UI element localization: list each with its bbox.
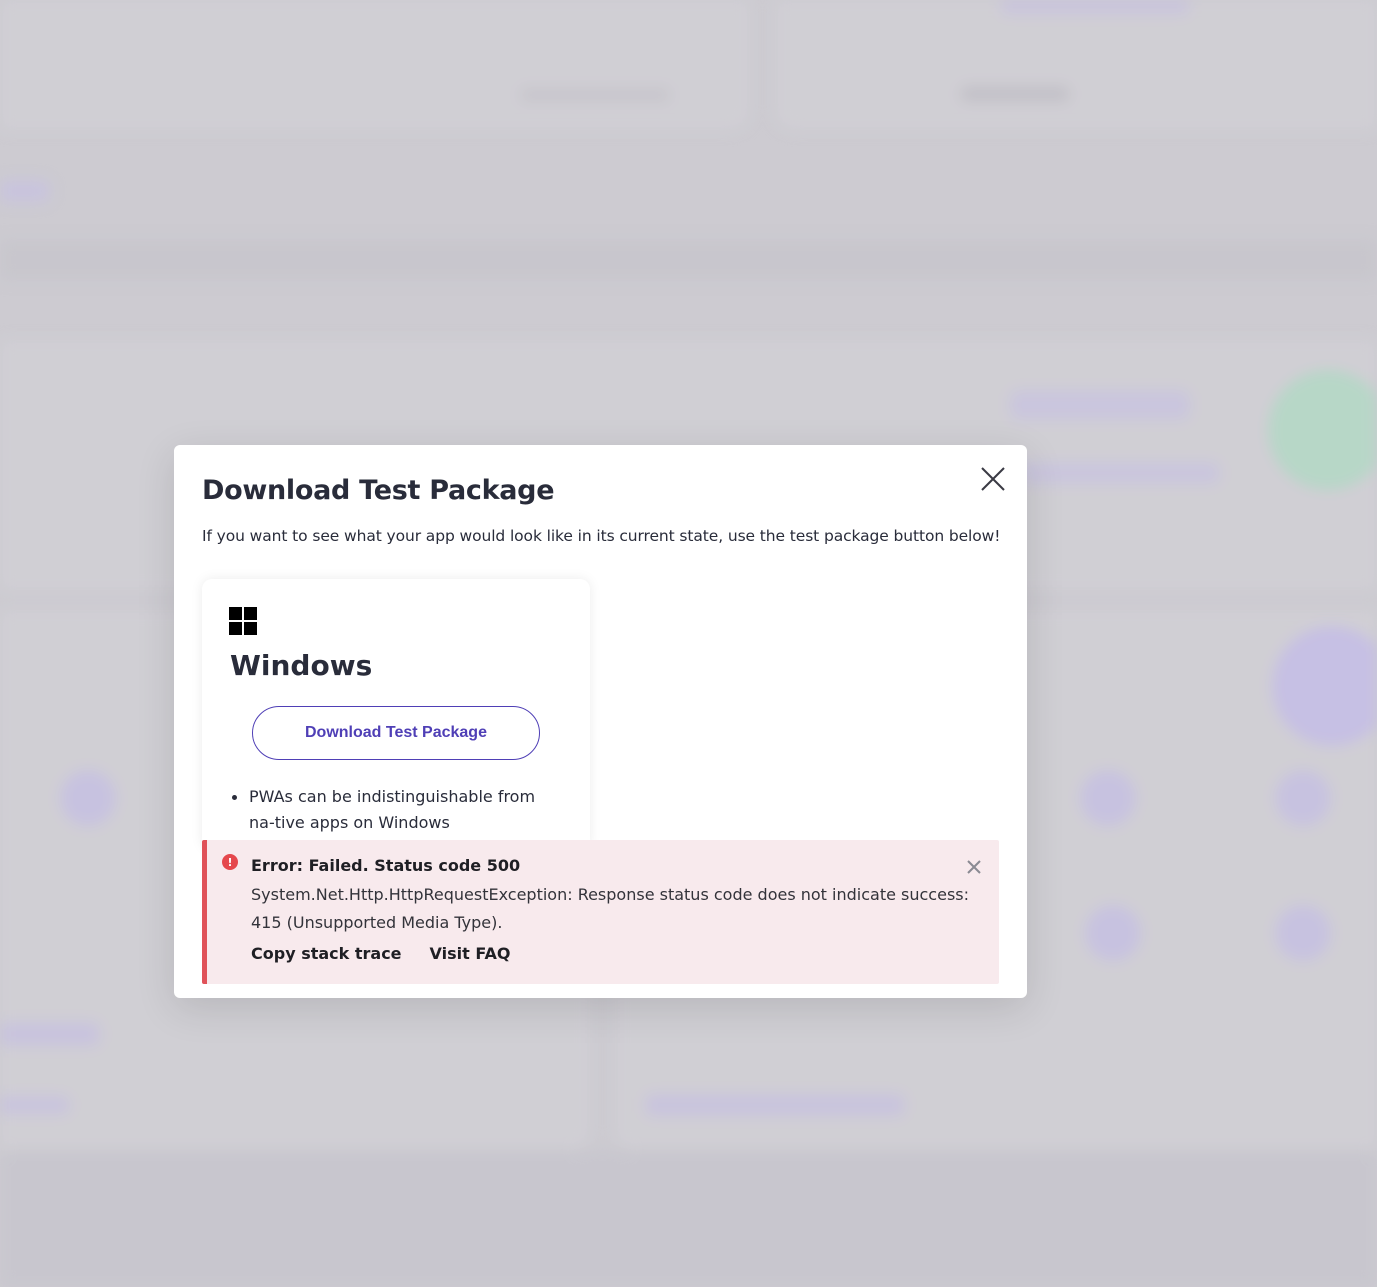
dialog-title: Download Test Package (202, 475, 555, 506)
copy-stack-trace-button[interactable]: Copy stack trace (251, 944, 402, 963)
platform-name: Windows (230, 649, 373, 682)
list-item: PWAs can be indistinguishable from na-ti… (230, 784, 560, 836)
close-icon[interactable] (979, 465, 1007, 493)
visit-faq-link[interactable]: Visit FAQ (430, 944, 511, 963)
close-icon[interactable] (965, 858, 983, 876)
download-test-package-dialog: Download Test Package If you want to see… (174, 445, 1027, 998)
dialog-description: If you want to see what your app would l… (202, 527, 1001, 545)
error-actions: Copy stack trace Visit FAQ (251, 944, 510, 963)
download-test-package-button[interactable]: Download Test Package (252, 706, 540, 760)
error-title: Error: Failed. Status code 500 (251, 856, 521, 875)
feature-list: PWAs can be indistinguishable from na-ti… (230, 784, 560, 836)
error-details: System.Net.Http.HttpRequestException: Re… (251, 885, 970, 932)
error-icon: ! (222, 854, 238, 870)
windows-logo-icon (229, 607, 257, 635)
error-message-bar: ! Error: Failed. Status code 500 System.… (202, 840, 999, 984)
windows-platform-card: Windows Download Test Package PWAs can b… (202, 579, 590, 849)
